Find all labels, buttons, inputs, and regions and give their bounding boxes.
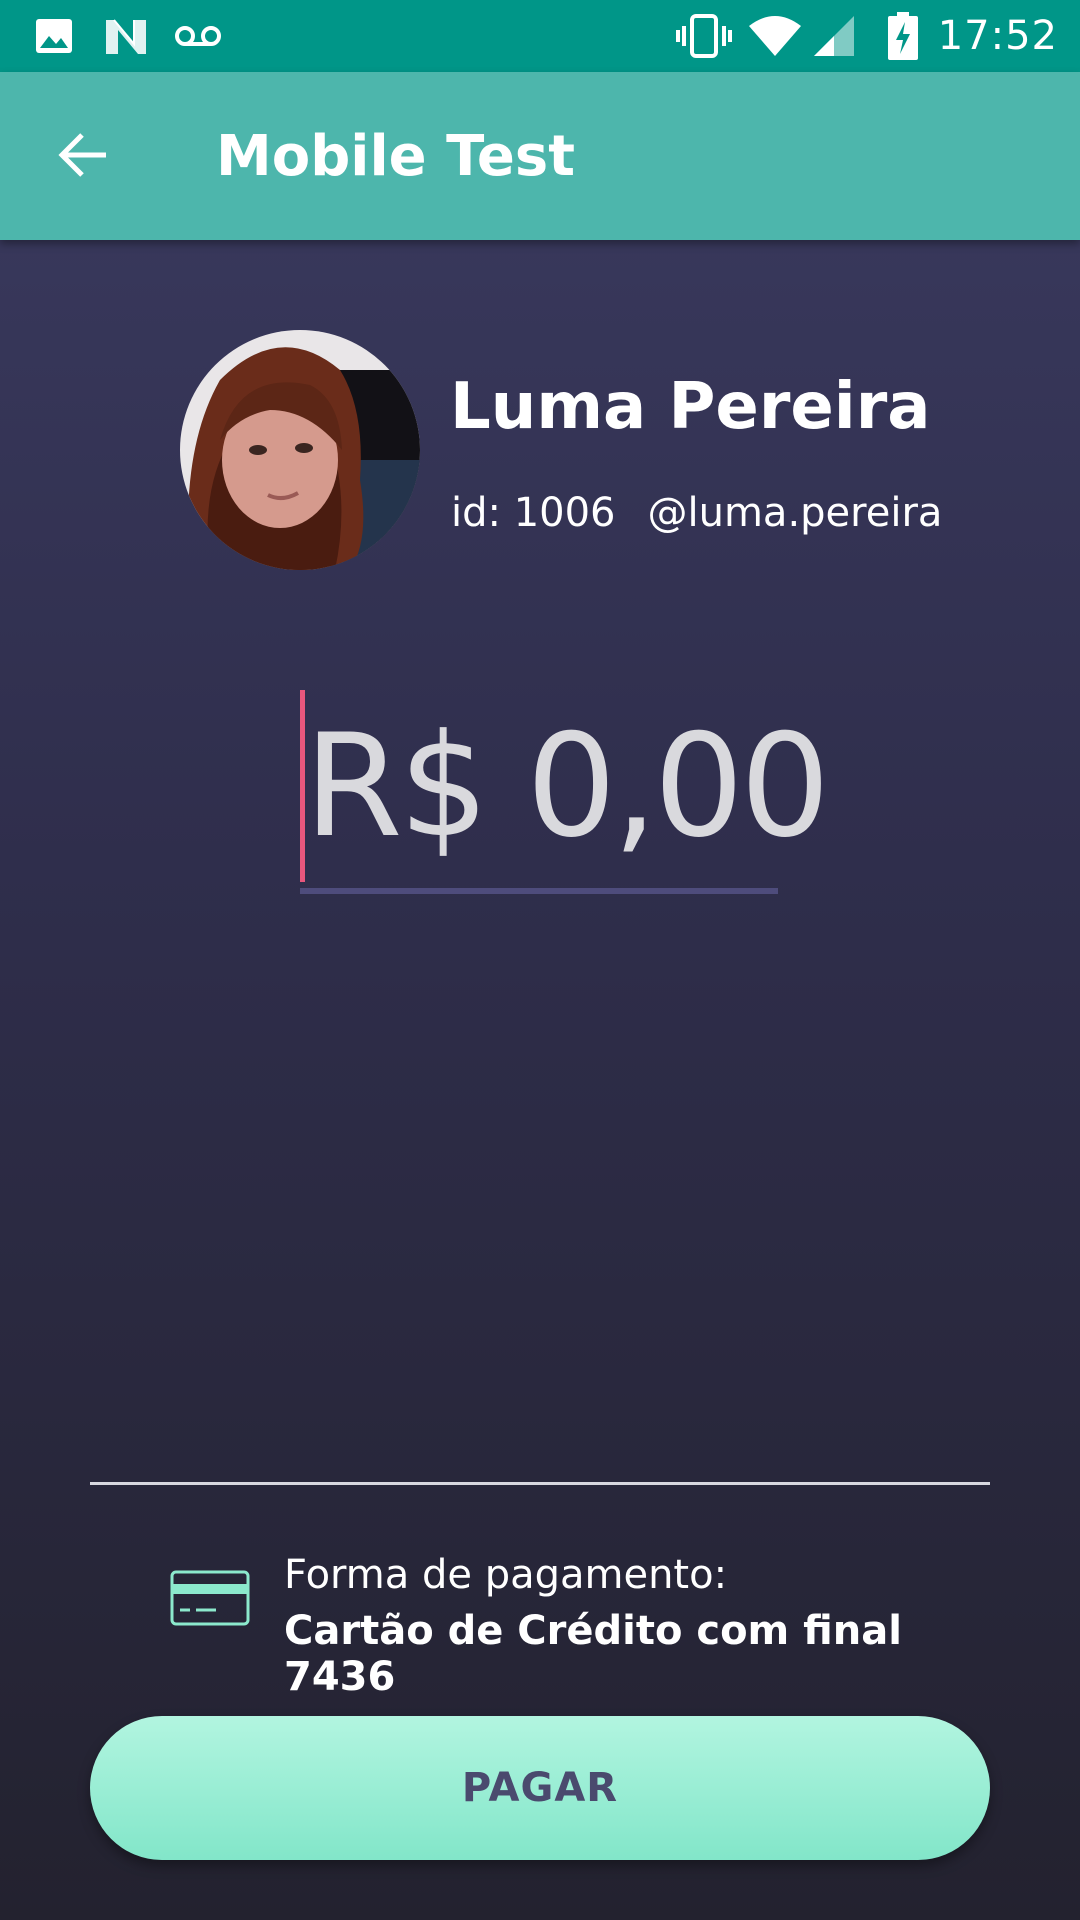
credit-card-icon	[170, 1570, 250, 1631]
arrow-left-icon	[58, 132, 108, 183]
payment-method-selector[interactable]: Forma de pagamento: Cartão de Crédito co…	[170, 1540, 970, 1700]
image-icon	[34, 0, 74, 72]
status-bar: 17:52	[0, 0, 1080, 72]
amount-input[interactable]: R$ 0,00	[300, 690, 830, 896]
avatar	[180, 330, 420, 570]
n-logo-icon	[104, 0, 148, 72]
back-button[interactable]	[38, 112, 128, 202]
wifi-icon	[748, 0, 802, 72]
page-title: Mobile Test	[216, 123, 575, 189]
profile-name: Luma Pereira	[450, 370, 931, 444]
payment-method-value: Cartão de Crédito com final 7436	[284, 1608, 902, 1700]
divider	[90, 1482, 990, 1485]
payment-label: Forma de pagamento:	[284, 1552, 728, 1598]
signal-icon	[812, 0, 856, 72]
vibrate-icon	[676, 0, 732, 72]
app-bar: Mobile Test	[0, 72, 1080, 240]
profile-username: @luma.pereira	[647, 490, 943, 536]
pay-button[interactable]: PAGAR	[90, 1716, 990, 1860]
amount-underline	[300, 888, 778, 894]
amount-value: R$ 0,00	[304, 704, 830, 869]
battery-charging-icon	[888, 0, 918, 72]
profile-meta: id: 1006 @luma.pereira	[451, 490, 942, 536]
status-time: 17:52	[937, 13, 1058, 59]
voicemail-icon	[174, 0, 222, 72]
profile-id: id: 1006	[451, 490, 616, 536]
